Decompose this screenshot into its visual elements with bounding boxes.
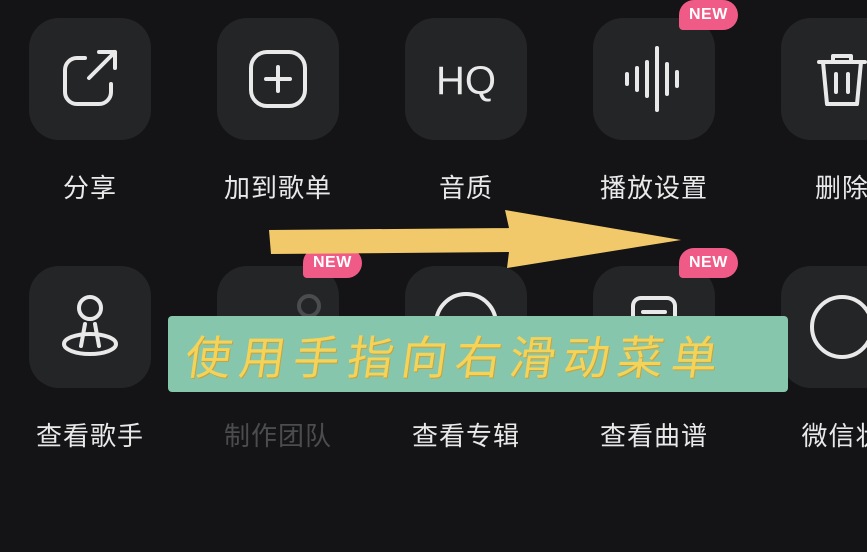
share-label: 分享 [62,174,117,204]
wechat-status-label: 微信状 [801,422,867,452]
hq-icon: HQ [436,59,496,103]
swipe-instruction-banner: 使用手指向右滑动菜单 [168,316,788,392]
new-badge: NEW [679,248,738,278]
add-to-playlist-item[interactable]: 加到歌单 [188,18,376,218]
playback-settings-label: 播放设置 [599,174,708,204]
playback-settings-tile[interactable] [593,18,715,140]
delete-item[interactable]: 删除 [752,18,867,218]
trash-icon [817,54,867,106]
view-score-label: 查看曲谱 [599,422,708,452]
swipe-right-arrow-icon [269,210,681,268]
delete-label: 删除 [814,174,867,204]
share-icon [63,50,117,106]
share-menu-panel: 分享 加到歌单 HQ 音质 NEW 播放设置 删除 查看歌手 NEW 制作团队 … [0,0,867,552]
audio-quality-item[interactable]: HQ 音质 [376,18,564,218]
singer-icon [62,295,118,356]
audio-quality-tile[interactable]: HQ [405,18,527,140]
delete-tile[interactable] [781,18,867,140]
new-badge: NEW [679,0,738,30]
view-album-label: 查看专辑 [411,422,520,452]
add-to-playlist-icon [249,50,307,108]
view-singer-label: 查看歌手 [35,422,144,452]
production-team-label: 制作团队 [223,422,332,452]
add-to-playlist-label: 加到歌单 [223,174,332,204]
waveform-icon [625,46,679,112]
share-menu-item[interactable]: 分享 [0,18,188,218]
hq-icon-text: HQ [436,59,496,103]
view-singer-item[interactable]: 查看歌手 [0,266,188,466]
add-to-playlist-tile[interactable] [217,18,339,140]
audio-quality-label: 音质 [438,174,493,204]
view-singer-tile[interactable] [29,266,151,388]
playback-settings-item[interactable]: NEW 播放设置 [564,0,752,218]
wechat-status-tile[interactable] [781,266,867,388]
swipe-instruction-text: 使用手指向右滑动菜单 [181,331,730,385]
wechat-status-icon [810,295,867,359]
share-tile[interactable] [29,18,151,140]
